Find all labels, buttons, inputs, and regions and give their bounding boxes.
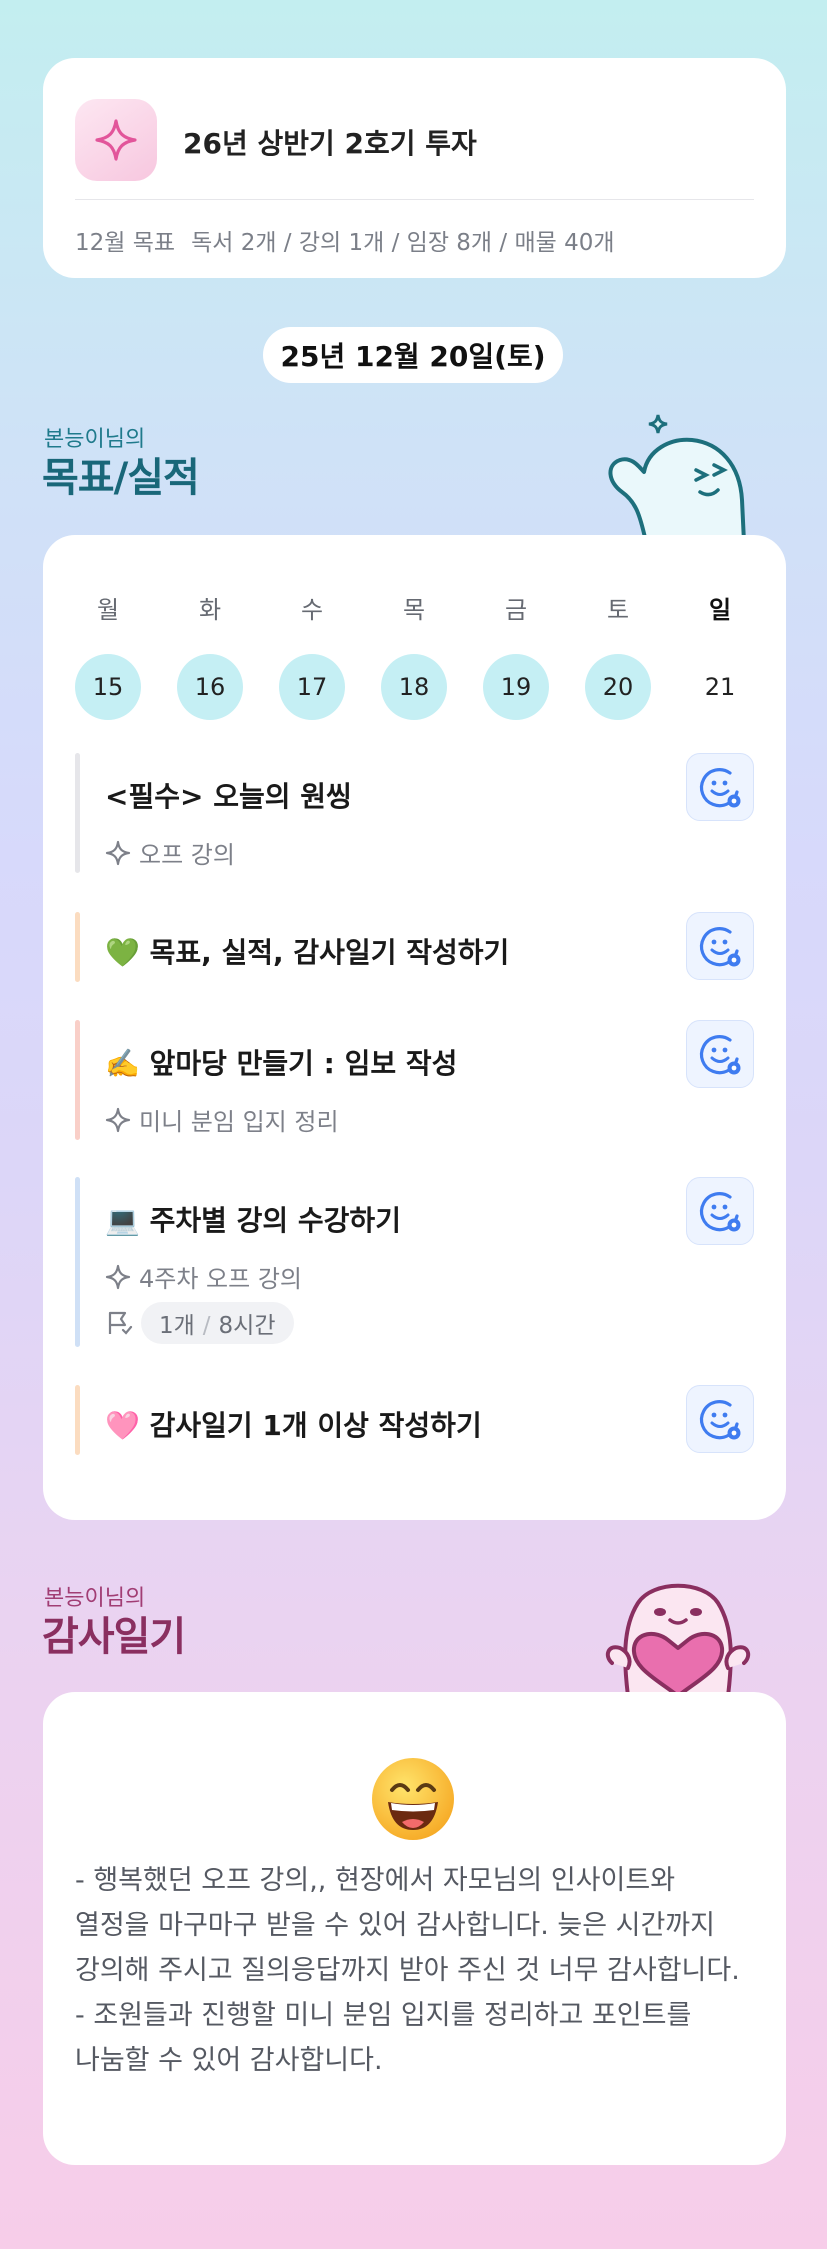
monthly-goals: 12월 목표 독서 2개 / 강의 1개 / 임장 8개 / 매물 40개 [75, 223, 615, 257]
day-mon[interactable]: 월 15 [75, 590, 141, 720]
flag-icon [108, 1311, 133, 1335]
day-label: 토 [606, 596, 630, 624]
day-label: 수 [300, 596, 324, 624]
ghost-mascot-icon [608, 414, 746, 540]
gratitude-text: - 행복했던 오프 강의,, 현장에서 자모님의 인사이트와 열정을 마구마구 … [75, 1865, 740, 2076]
task-item[interactable]: 🩷 감사일기 1개 이상 작성하기 [75, 1385, 754, 1455]
task-bar [75, 912, 80, 982]
date-circle-checked: 18 [381, 654, 447, 720]
task-title: 🩷 감사일기 1개 이상 작성하기 [105, 1409, 482, 1442]
date-circle-checked: 15 [75, 654, 141, 720]
monthly-goal-label: 12월 목표 [75, 230, 176, 256]
task-bar [75, 1020, 80, 1140]
task-bar [75, 753, 80, 873]
date-circle-checked: 20 [585, 654, 651, 720]
task-subtask-label: 오프 강의 [139, 841, 235, 869]
day-fri[interactable]: 금 19 [483, 590, 549, 720]
day-label: 월 [96, 596, 120, 624]
task-subtask-label: 4주차 오프 강의 [139, 1265, 303, 1293]
day-tue[interactable]: 화 16 [177, 590, 243, 720]
section-title: 목표/실적 [42, 455, 200, 501]
smile-check-icon [699, 768, 741, 808]
progress-separator: / [202, 1313, 211, 1339]
task-check-button[interactable] [686, 1385, 754, 1453]
task-bar [75, 1385, 80, 1455]
week-calendar: 월 15 화 16 수 17 목 18 금 19 토 20 일 21 [75, 590, 754, 720]
sparkle-icon [105, 1107, 131, 1132]
task-check-button[interactable] [686, 912, 754, 980]
task-subtask: 4주차 오프 강의 [105, 1259, 302, 1294]
grinning-face-icon [372, 1758, 454, 1840]
date-circle-checked: 16 [177, 654, 243, 720]
goal-card[interactable]: 26년 상반기 2호기 투자 12월 목표 독서 2개 / 강의 1개 / 임장 … [43, 58, 786, 278]
task-title: ✍️ 앞마당 만들기 : 임보 작성 [105, 1047, 458, 1080]
date-circle-checked: 19 [483, 654, 549, 720]
task-item[interactable]: <필수> 오늘의 원씽 오프 강의 [75, 753, 754, 873]
date-circle: 21 [704, 673, 736, 701]
task-check-button[interactable] [686, 1020, 754, 1088]
divider [75, 199, 754, 200]
day-wed[interactable]: 수 17 [279, 590, 345, 720]
task-subtask: 미니 분임 입지 정리 [105, 1102, 339, 1137]
progress-total: 8시간 [218, 1313, 276, 1339]
task-item[interactable]: 💚 목표, 실적, 감사일기 작성하기 [75, 912, 754, 982]
progress-done: 1개 [159, 1313, 195, 1339]
date-selector[interactable]: 25년 12월 20일(토) [263, 327, 563, 383]
heart-mascot-icon [605, 1583, 751, 1696]
day-label: 목 [402, 596, 426, 624]
sparkle-icon [75, 99, 157, 181]
task-item[interactable]: 💻 주차별 강의 수강하기 4주차 오프 강의 1개 / 8시간 [75, 1177, 754, 1347]
task-check-button[interactable] [686, 1177, 754, 1245]
smile-check-icon [699, 1400, 741, 1440]
sparkle-icon [105, 840, 131, 865]
section-title: 감사일기 [42, 1614, 186, 1660]
task-bar [75, 1177, 80, 1347]
day-label: 금 [504, 596, 528, 624]
smile-check-icon [699, 1192, 741, 1232]
task-title: <필수> 오늘의 원씽 [105, 780, 352, 813]
date-circle-checked: 17 [279, 654, 345, 720]
task-title: 💚 목표, 실적, 감사일기 작성하기 [105, 936, 510, 969]
day-sat[interactable]: 토 20 [585, 590, 651, 720]
task-subtask: 오프 강의 [105, 835, 235, 870]
day-label: 일 [708, 596, 732, 624]
task-item[interactable]: ✍️ 앞마당 만들기 : 임보 작성 미니 분임 입지 정리 [75, 1020, 754, 1140]
task-subtask-label: 미니 분임 입지 정리 [139, 1108, 339, 1136]
task-progress: 1개 / 8시간 [105, 1302, 294, 1344]
goals-card: 월 15 화 16 수 17 목 18 금 19 토 20 일 21 <필수> 오늘의 원씽 … [43, 535, 786, 1520]
gratitude-card: - 행복했던 오프 강의,, 현장에서 자모님의 인사이트와 열정을 마구마구 … [43, 1692, 786, 2165]
day-thu[interactable]: 목 18 [381, 590, 447, 720]
goal-title: 26년 상반기 2호기 투자 [183, 127, 477, 160]
monthly-goal-values: 독서 2개 / 강의 1개 / 임장 8개 / 매물 40개 [191, 230, 615, 256]
task-title: 💻 주차별 강의 수강하기 [105, 1204, 401, 1237]
day-label: 화 [198, 596, 222, 624]
smile-check-icon [699, 1035, 741, 1075]
task-check-button[interactable] [686, 753, 754, 821]
day-sun[interactable]: 일 21 [687, 590, 753, 720]
smile-check-icon [699, 927, 741, 967]
progress-pill: 1개 / 8시간 [141, 1302, 294, 1344]
sparkle-icon [105, 1264, 131, 1289]
